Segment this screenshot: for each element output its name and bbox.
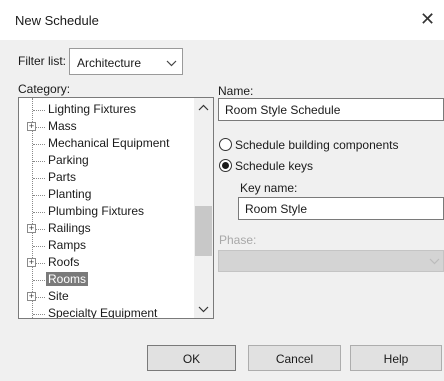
schedule-building-components-label[interactable]: Schedule building components: [235, 138, 398, 152]
tree-item-label: Rooms: [46, 272, 89, 286]
chevron-down-icon: [429, 258, 440, 265]
tree-item[interactable]: Plumbing Fixtures: [19, 203, 195, 220]
tree-item[interactable]: Mechanical Equipment: [19, 135, 195, 152]
expand-plus-icon[interactable]: +: [27, 292, 36, 301]
key-name-input[interactable]: Room Style: [238, 197, 444, 220]
tree-item[interactable]: Lighting Fixtures: [19, 101, 195, 118]
tree-connector: [33, 314, 45, 315]
tree-item[interactable]: Planting: [19, 186, 195, 203]
category-tree[interactable]: Lighting Fixtures + Mass Mechanical Equipme…: [18, 97, 214, 319]
key-name-input-value: Room Style: [245, 202, 308, 216]
tree-item-label: Roofs: [48, 255, 80, 269]
scroll-thumb[interactable]: [195, 206, 212, 256]
phase-label: Phase:: [219, 233, 257, 247]
tree-item-label: Parts: [48, 170, 77, 184]
window-title: New Schedule: [15, 13, 99, 28]
chevron-down-icon: [166, 60, 177, 67]
tree-item-label: Site: [48, 289, 69, 303]
tree-item[interactable]: Parts: [19, 169, 195, 186]
tree-item[interactable]: Rooms: [19, 271, 195, 288]
category-label: Category:: [18, 82, 71, 96]
tree-item-label: Ramps: [48, 238, 87, 252]
cancel-button[interactable]: Cancel: [248, 345, 341, 371]
expand-plus-icon[interactable]: +: [27, 258, 36, 267]
tree-item-label: Railings: [48, 221, 91, 235]
expand-plus-icon[interactable]: +: [27, 224, 36, 233]
tree-connector: [33, 195, 45, 196]
tree-item-label: Lighting Fixtures: [48, 102, 137, 116]
tree-item[interactable]: Ramps: [19, 237, 195, 254]
tree-item[interactable]: + Mass: [19, 118, 195, 135]
ok-button[interactable]: OK: [147, 345, 236, 371]
filter-list-value: Architecture: [77, 56, 142, 70]
title-bar: New Schedule ✕: [0, 0, 444, 40]
ok-button-label: OK: [182, 352, 201, 366]
tree-item-label: Mechanical Equipment: [48, 136, 170, 150]
scroll-up-icon[interactable]: [197, 102, 210, 114]
tree-connector: [33, 161, 45, 162]
tree-item[interactable]: Parking: [19, 152, 195, 169]
schedule-keys-label[interactable]: Schedule keys: [235, 159, 313, 173]
tree-connector: [33, 178, 45, 179]
tree-item-label: Specialty Equipment: [48, 306, 158, 319]
close-icon[interactable]: ✕: [420, 10, 435, 28]
cancel-button-label: Cancel: [275, 352, 314, 366]
tree-item[interactable]: + Roofs: [19, 254, 195, 271]
name-label: Name:: [218, 84, 254, 98]
help-button-label: Help: [383, 352, 409, 366]
expand-plus-icon[interactable]: +: [27, 122, 36, 131]
phase-select: [218, 250, 444, 272]
schedule-keys-radio[interactable]: [219, 159, 232, 172]
tree-connector: [33, 144, 45, 145]
filter-list-label: Filter list:: [18, 54, 66, 68]
scroll-down-icon[interactable]: [197, 303, 210, 315]
tree-connector: [33, 246, 45, 247]
tree-item-label: Planting: [48, 187, 92, 201]
tree-item-label: Plumbing Fixtures: [48, 204, 145, 218]
tree-item[interactable]: + Railings: [19, 220, 195, 237]
tree-item-label: Parking: [48, 153, 89, 167]
tree-item-label: Mass: [48, 119, 77, 133]
category-scrollbar[interactable]: [194, 98, 213, 318]
help-button[interactable]: Help: [350, 345, 442, 371]
name-input[interactable]: Room Style Schedule: [218, 98, 444, 121]
tree-connector: [33, 212, 45, 213]
key-name-label: Key name:: [240, 181, 298, 195]
tree-connector: [33, 110, 45, 111]
tree-connector: [33, 280, 45, 281]
name-input-value: Room Style Schedule: [225, 103, 341, 117]
tree-item[interactable]: + Site: [19, 288, 195, 305]
tree-item[interactable]: Specialty Equipment: [19, 305, 195, 319]
schedule-building-components-radio[interactable]: [219, 138, 232, 151]
filter-list-select[interactable]: Architecture: [69, 48, 183, 75]
